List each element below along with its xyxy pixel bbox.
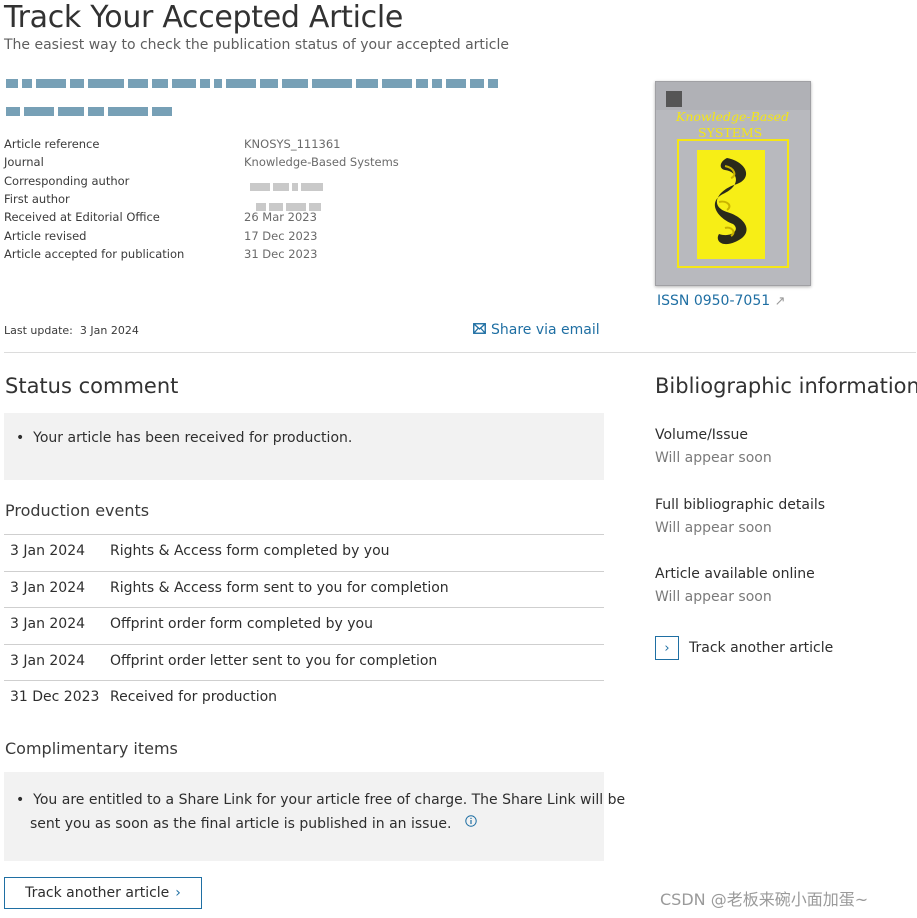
event-date: 3 Jan 2024 — [10, 616, 86, 632]
track-another-article-button[interactable]: Track another article › — [4, 877, 202, 909]
article-title-redacted — [6, 79, 498, 88]
event-date: 3 Jan 2024 — [10, 579, 86, 596]
production-events-heading: Production events — [5, 501, 150, 520]
value-revised: 17 Dec 2023 — [244, 229, 318, 243]
article-title-redacted-line2 — [6, 107, 172, 116]
label-accepted: Article accepted for publication — [4, 247, 185, 261]
label-revised: Article revised — [4, 229, 87, 243]
elsevier-logo-icon — [666, 91, 682, 107]
table-row: 3 Jan 2024 Offprint order letter sent to … — [4, 643, 604, 681]
envelope-icon — [473, 322, 486, 338]
chevron-right-icon: › — [655, 636, 679, 660]
status-comment-text: Your article has been received for produ… — [33, 430, 353, 446]
status-comment-heading: Status comment — [5, 374, 179, 398]
event-date: 3 Jan 2024 — [10, 543, 86, 559]
complimentary-text-line1: You are entitled to a Share Link for you… — [33, 792, 626, 808]
complimentary-text-line2: sent you as soon as the final article is… — [30, 816, 452, 832]
cover-title-line2: SYSTEMS — [698, 125, 763, 140]
label-article-reference: Article reference — [4, 137, 100, 151]
divider — [4, 352, 916, 353]
table-row: 3 Jan 2024 Offprint order form completed … — [4, 607, 604, 644]
last-update: Last update: 3 Jan 2024 — [4, 324, 139, 337]
production-events-table: 3 Jan 2024 Rights & Access form completed… — [4, 534, 604, 717]
external-link-icon: ↗ — [774, 294, 786, 309]
label-journal: Journal — [4, 155, 44, 169]
value-received: 26 Mar 2023 — [244, 210, 317, 224]
label-first-author: First author — [4, 192, 70, 206]
track-side-label: Track another article — [689, 640, 834, 656]
value-article-reference: KNOSYS_111361 — [244, 137, 341, 151]
table-row: 3 Jan 2024 Rights & Access form sent to y… — [4, 570, 604, 608]
bib-label-volume: Volume/Issue — [655, 427, 748, 443]
spiral-artwork-icon — [714, 158, 747, 245]
table-row: 3 Jan 2024 Rights & Access form completed… — [4, 534, 604, 571]
event-desc: Rights & Access form sent to you for com… — [110, 579, 449, 596]
chevron-right-icon: › — [175, 885, 181, 901]
complimentary-items-heading: Complimentary items — [5, 739, 178, 758]
share-via-email-link[interactable]: Share via email — [473, 322, 600, 338]
label-received: Received at Editorial Office — [4, 210, 160, 224]
table-row: 31 Dec 2023 Received for production — [4, 680, 604, 717]
bib-value-online: Will appear soon — [655, 589, 772, 605]
issn-text: ISSN 0950-7051 — [657, 293, 771, 309]
info-icon[interactable] — [465, 812, 477, 835]
complimentary-items-box: • You are entitled to a Share Link for y… — [4, 772, 625, 861]
value-accepted: 31 Dec 2023 — [244, 247, 318, 261]
page-title: Track Your Accepted Article — [4, 0, 404, 35]
bullet: • — [16, 792, 34, 808]
watermark: CSDN @老板来碗小面加蛋~ — [660, 890, 869, 909]
event-desc: Offprint order form completed by you — [110, 616, 373, 632]
event-desc: Rights & Access form completed by you — [110, 543, 390, 559]
bib-label-full-details: Full bibliographic details — [655, 497, 826, 513]
bib-value-volume: Will appear soon — [655, 450, 772, 466]
cover-title-line1: Knowledge-Based — [676, 109, 790, 124]
bib-label-online: Article available online — [655, 566, 815, 582]
issn-link[interactable]: ISSN 0950-7051 ↗ — [657, 293, 786, 309]
event-date: 31 Dec 2023 — [10, 689, 100, 705]
track-another-article-link[interactable]: › Track another article — [655, 636, 833, 660]
status-comment-item: • Your article has been received for pro… — [16, 430, 352, 446]
last-update-label: Last update: — [4, 324, 73, 337]
bibliographic-heading: Bibliographic information — [655, 374, 917, 398]
complimentary-item: • You are entitled to a Share Link for y… — [16, 789, 625, 836]
page-subtitle: The easiest way to check the publication… — [4, 37, 509, 53]
value-journal: Knowledge-Based Systems — [244, 155, 399, 169]
label-corresponding-author: Corresponding author — [4, 174, 130, 188]
bib-value-full-details: Will appear soon — [655, 520, 772, 536]
last-update-value: 3 Jan 2024 — [79, 324, 139, 337]
corresponding-author-redacted — [250, 176, 326, 195]
event-date: 3 Jan 2024 — [10, 652, 86, 669]
journal-cover-image[interactable]: Knowledge-Based SYSTEMS — [655, 81, 811, 286]
bullet: • — [16, 430, 34, 446]
status-comment-box: • Your article has been received for pro… — [4, 413, 604, 480]
share-label: Share via email — [491, 322, 600, 338]
cover-artwork — [697, 150, 765, 259]
event-desc: Offprint order letter sent to you for co… — [110, 652, 438, 669]
track-button-label: Track another article — [25, 885, 170, 901]
event-desc: Received for production — [110, 689, 278, 705]
